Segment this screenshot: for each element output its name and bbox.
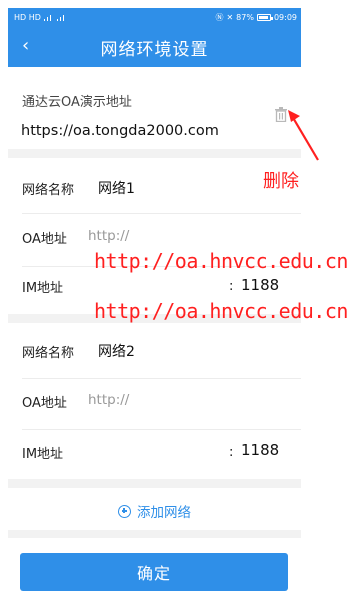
divider [22,429,301,430]
watermark-url: http://oa.hnvcc.edu.cn [94,249,348,273]
add-network-label: 添加网络 [137,505,191,521]
section-separator [8,530,301,538]
im-colon: : [229,279,234,294]
status-right: Ⓝ ✕ 87% 09:09 [215,12,297,23]
network-1-im-row: IM地址 [22,276,63,296]
network-type-text: HD HD [14,12,41,22]
network-2-im-port-input[interactable]: 1188 [241,441,279,459]
im-address-label: IM地址 [22,280,64,296]
network-2-oa-input[interactable]: http:// [88,392,129,408]
status-bar: HD HD Ⓝ ✕ 87% 09:09 [8,8,301,26]
divider [22,378,301,379]
oa-address-label: OA地址 [22,231,67,247]
confirm-button[interactable]: 确定 [20,553,288,591]
network-name-label: 网络名称 [22,345,75,361]
demo-address-url: https://oa.tongda2000.com [21,123,219,139]
battery-text: 87% [236,12,254,22]
delete-annotation: 删除 [263,171,299,192]
app-bar: HD HD Ⓝ ✕ 87% 09:09 ‹ 网络环境设置 [8,8,301,67]
network-1-name-row: 网络名称 [22,178,74,198]
im-colon: : [229,445,234,460]
network-1-oa-row: OA地址 [22,227,67,247]
status-left: HD HD [14,13,67,22]
clock: 09:09 [273,12,297,22]
network-name-label: 网络名称 [22,182,75,198]
watermark-url: http://oa.hnvcc.edu.cn [94,299,348,323]
nfc-icon: Ⓝ [215,12,224,22]
plus-circle-icon [118,504,131,518]
demo-address-label: 通达云OA演示地址 [22,95,132,110]
im-address-label: IM地址 [22,446,64,462]
signal-icon [43,14,54,21]
chevron-left-icon[interactable]: ‹ [22,36,29,56]
network-2-im-row: IM地址 [22,442,63,462]
section-separator [8,479,301,488]
annotation-arrow [288,110,319,161]
title-bar: ‹ 网络环境设置 [8,30,301,64]
network-2-name-row: 网络名称 [22,341,74,361]
mute-icon: ✕ [226,12,234,22]
battery-icon [256,13,273,21]
network-1-name-input[interactable]: 网络1 [98,178,135,198]
divider [22,213,301,214]
network-1-oa-input[interactable]: http:// [88,228,129,244]
network-2-name-input[interactable]: 网络2 [98,341,135,361]
network-1-im-port-input[interactable]: 1188 [241,276,279,294]
oa-address-label: OA地址 [22,395,67,411]
add-network-button[interactable]: 添加网络 [8,500,301,522]
page-title: 网络环境设置 [100,39,209,60]
signal-2-icon [56,14,67,21]
section-separator [8,149,301,158]
network-2-oa-row: OA地址 [22,391,67,411]
